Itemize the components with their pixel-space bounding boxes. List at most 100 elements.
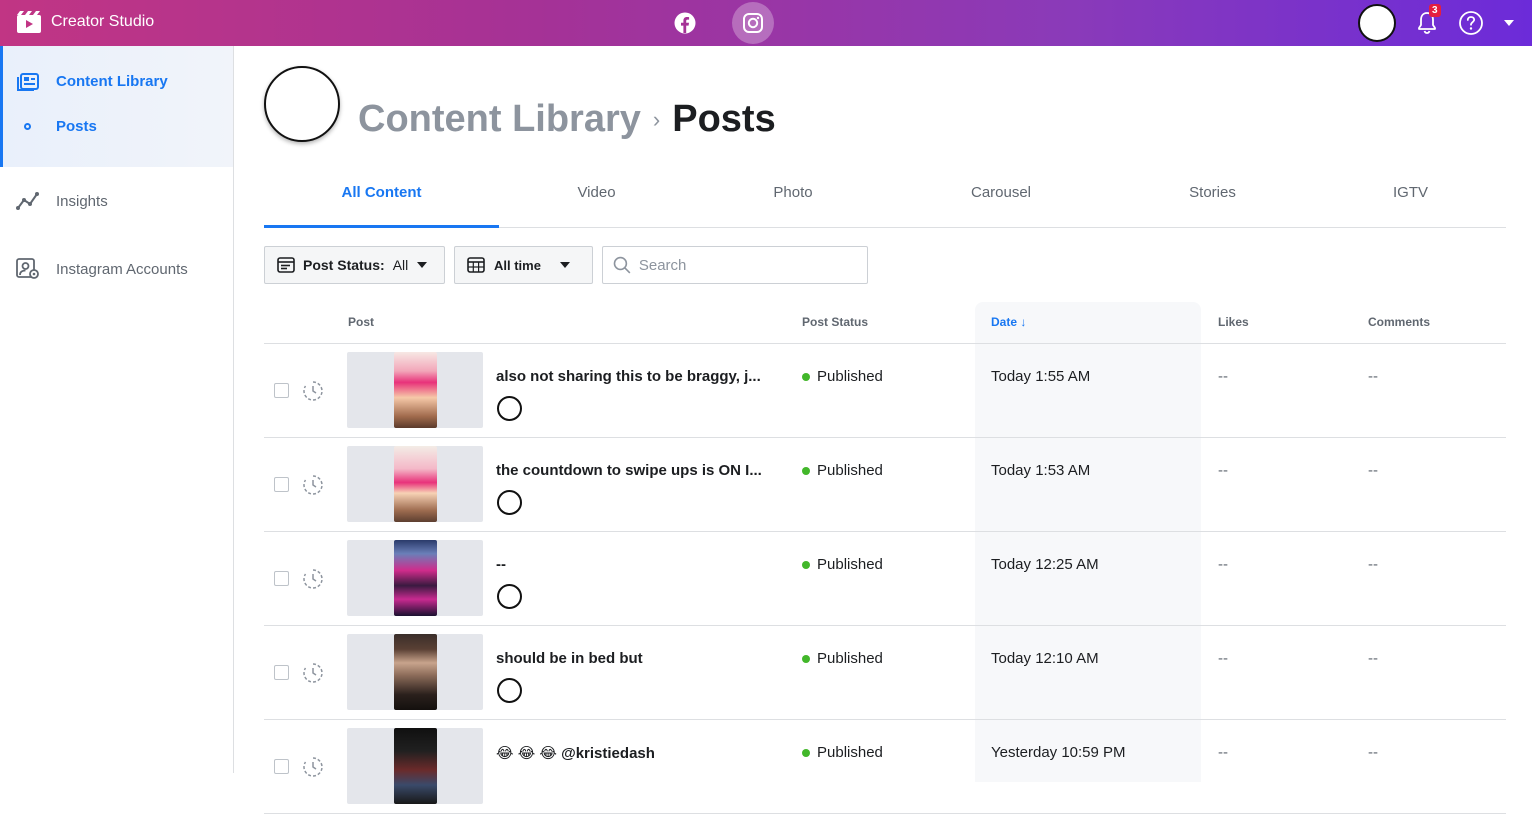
help-icon[interactable] — [1458, 10, 1484, 36]
post-thumbnail[interactable] — [347, 728, 483, 804]
post-thumbnail[interactable] — [347, 446, 483, 522]
table-row[interactable]: also not sharing this to be braggy, j...… — [264, 344, 1506, 438]
sidebar-group-content-library: Content Library Posts — [0, 46, 233, 167]
post-thumbnail[interactable] — [347, 634, 483, 710]
post-status: Published — [802, 368, 883, 385]
profile-avatar[interactable] — [264, 66, 340, 142]
post-likes: -- — [1218, 462, 1228, 479]
post-status-value: All — [392, 257, 409, 273]
sidebar-item-label: Insights — [56, 192, 108, 210]
status-text: Published — [817, 556, 883, 573]
post-thumbnail-image — [393, 352, 437, 428]
account-settings-icon — [16, 258, 39, 279]
search-icon — [613, 256, 631, 274]
column-header-date[interactable]: Date ↓ — [991, 315, 1026, 329]
table-header: Post Post Status Date ↓ Likes Comments — [264, 302, 1506, 344]
post-date: Today 12:25 AM — [991, 556, 1099, 573]
post-thumbnail-image — [393, 634, 437, 710]
post-caption[interactable]: also not sharing this to be braggy, j... — [496, 368, 768, 385]
row-checkbox[interactable] — [274, 665, 289, 680]
post-likes: -- — [1218, 744, 1228, 761]
facebook-icon — [674, 12, 696, 34]
post-comments: -- — [1368, 744, 1378, 761]
posts-table: Post Post Status Date ↓ Likes Comments a… — [264, 302, 1506, 814]
history-icon[interactable] — [302, 756, 324, 778]
post-date: Today 1:55 AM — [991, 368, 1091, 385]
post-status-filter[interactable]: Post Status: All — [264, 246, 445, 284]
history-icon[interactable] — [302, 568, 324, 590]
post-status-icon — [277, 257, 295, 273]
column-header-comments[interactable]: Comments — [1368, 315, 1430, 329]
published-status-dot — [802, 560, 810, 569]
post-comments: -- — [1368, 650, 1378, 667]
status-text: Published — [817, 368, 883, 385]
status-text: Published — [817, 650, 883, 667]
insights-icon — [16, 192, 39, 210]
column-header-post-status: Post Status — [802, 315, 869, 329]
search-input[interactable] — [638, 256, 857, 274]
content-type-tabs: All Content Video Photo Carousel Stories… — [264, 182, 1506, 228]
account-menu-chevron-down-icon[interactable] — [1502, 16, 1516, 30]
post-likes: -- — [1218, 650, 1228, 667]
main-content: Content Library › Posts All Content Vide… — [234, 46, 1532, 814]
chevron-down-icon — [559, 262, 570, 268]
published-status-dot — [802, 466, 810, 475]
user-avatar[interactable] — [1358, 4, 1396, 42]
post-caption[interactable]: -- — [496, 556, 768, 573]
sidebar-item-insights[interactable]: Insights — [0, 167, 233, 235]
breadcrumb-parent[interactable]: Content Library — [358, 98, 641, 141]
sidebar-item-posts[interactable]: Posts — [3, 111, 233, 141]
notification-count-badge: 3 — [1429, 4, 1441, 17]
post-date: Yesterday 10:59 PM — [991, 744, 1126, 761]
tab-stories[interactable]: Stories — [1110, 182, 1315, 228]
tab-igtv[interactable]: IGTV — [1315, 182, 1506, 228]
post-date: Today 1:53 AM — [991, 462, 1091, 479]
tab-all-content[interactable]: All Content — [264, 182, 499, 228]
content-library-icon — [17, 73, 39, 91]
tab-carousel[interactable]: Carousel — [892, 182, 1110, 228]
post-thumbnail[interactable] — [347, 352, 483, 428]
post-thumbnail-image — [393, 446, 437, 522]
post-date: Today 12:10 AM — [991, 650, 1099, 667]
facebook-button[interactable] — [664, 2, 706, 44]
tab-video[interactable]: Video — [499, 182, 694, 228]
published-status-dot — [802, 372, 810, 381]
date-range-filter[interactable]: All time — [454, 246, 593, 284]
post-caption[interactable]: the countdown to swipe ups is ON I... — [496, 462, 768, 479]
sidebar-item-instagram-accounts[interactable]: Instagram Accounts — [0, 235, 233, 303]
post-caption[interactable]: should be in bed but — [496, 650, 768, 667]
table-row[interactable]: -- Published Today 12:25 AM -- -- — [264, 532, 1506, 626]
published-status-dot — [802, 748, 810, 757]
published-status-dot — [802, 654, 810, 663]
post-comments: -- — [1368, 556, 1378, 573]
tab-photo[interactable]: Photo — [694, 182, 892, 228]
sidebar-item-content-library[interactable]: Content Library — [3, 46, 233, 116]
post-thumbnail[interactable] — [347, 540, 483, 616]
row-checkbox[interactable] — [274, 383, 289, 398]
post-comments: -- — [1368, 368, 1378, 385]
top-bar: Creator Studio 3 — [0, 0, 1532, 46]
row-checkbox[interactable] — [274, 571, 289, 586]
platform-switch — [664, 2, 800, 44]
history-icon[interactable] — [302, 662, 324, 684]
page-title: Posts — [672, 98, 776, 140]
breadcrumb-chevron-right-icon: › — [652, 106, 661, 132]
chevron-down-icon — [417, 262, 428, 268]
account-avatar — [497, 396, 522, 421]
history-icon[interactable] — [302, 474, 324, 496]
top-right-actions: 3 — [1358, 4, 1516, 42]
row-checkbox[interactable] — [274, 477, 289, 492]
post-status: Published — [802, 744, 883, 761]
search-box — [602, 246, 868, 284]
table-row[interactable]: 😂 😂 😂 @kristiedash Published Yesterday 1… — [264, 720, 1506, 814]
history-icon[interactable] — [302, 380, 324, 402]
instagram-button[interactable] — [732, 2, 774, 44]
column-header-likes[interactable]: Likes — [1218, 315, 1249, 329]
row-checkbox[interactable] — [274, 759, 289, 774]
post-caption[interactable]: 😂 😂 😂 @kristiedash — [496, 744, 768, 762]
table-row[interactable]: should be in bed but Published Today 12:… — [264, 626, 1506, 720]
table-row[interactable]: the countdown to swipe ups is ON I... Pu… — [264, 438, 1506, 532]
notifications-button[interactable]: 3 — [1414, 4, 1441, 36]
brand[interactable]: Creator Studio — [16, 10, 154, 34]
app-title: Creator Studio — [51, 13, 155, 30]
